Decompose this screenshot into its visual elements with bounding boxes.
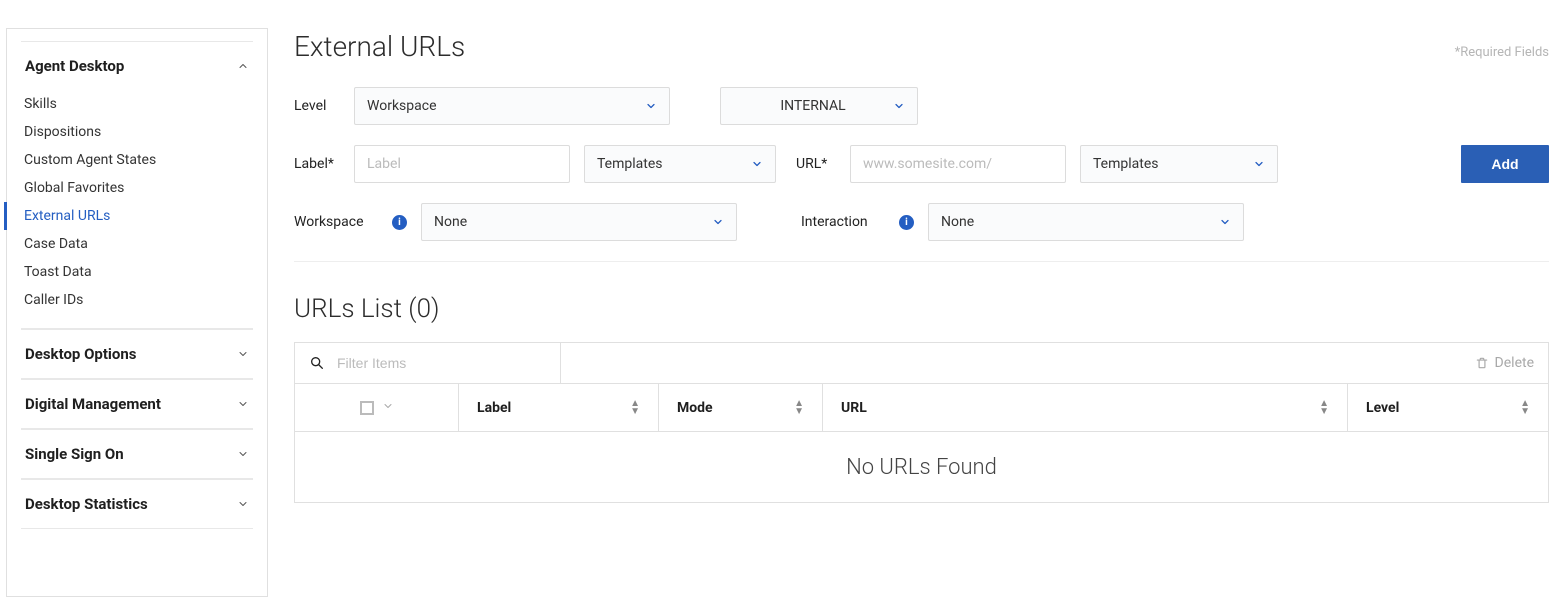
- mode-select-value: INTERNAL: [733, 98, 893, 114]
- sidebar-section-title: Agent Desktop: [25, 57, 124, 75]
- sidebar-items: Skills Dispositions Custom Agent States …: [21, 90, 253, 328]
- chevron-down-icon: [893, 100, 905, 112]
- level-label: Level: [294, 98, 340, 114]
- sidebar-item-toast-data[interactable]: Toast Data: [4, 258, 253, 286]
- sidebar-item-skills[interactable]: Skills: [4, 90, 253, 118]
- sidebar: Agent Desktop Skills Dispositions Custom…: [6, 28, 268, 597]
- chevron-down-icon: [237, 498, 249, 510]
- chevron-down-icon[interactable]: [382, 400, 394, 416]
- delete-label: Delete: [1495, 355, 1534, 371]
- sidebar-item-caller-ids[interactable]: Caller IDs: [4, 286, 253, 314]
- label-field-label: Label*: [294, 156, 340, 172]
- filter-box: [295, 343, 561, 383]
- urls-table: Delete Label ▲▼ Mode ▲▼ URL ▲▼: [294, 342, 1549, 503]
- sidebar-header-desktop-statistics[interactable]: Desktop Statistics: [21, 480, 253, 528]
- sort-icon: ▲▼: [630, 400, 640, 416]
- workspace-select-value: None: [434, 214, 712, 230]
- chevron-up-icon: [237, 60, 249, 72]
- column-select-all[interactable]: [295, 384, 459, 431]
- sort-icon: ▲▼: [794, 400, 804, 416]
- section-divider: [294, 261, 1549, 262]
- search-icon: [309, 355, 325, 371]
- column-header-text: Level: [1366, 400, 1399, 416]
- sidebar-section-digital-management: Digital Management: [21, 379, 253, 429]
- chevron-down-icon: [1219, 216, 1231, 228]
- select-all-checkbox[interactable]: [360, 401, 374, 415]
- url-templates-select[interactable]: Templates: [1080, 145, 1278, 183]
- chevron-down-icon: [645, 100, 657, 112]
- delete-button[interactable]: Delete: [1461, 343, 1548, 383]
- sidebar-section-agent-desktop: Agent Desktop Skills Dispositions Custom…: [21, 41, 253, 329]
- level-select[interactable]: Workspace: [354, 87, 670, 125]
- required-fields-note: *Required Fields: [1455, 45, 1549, 60]
- sidebar-section-desktop-options: Desktop Options: [21, 329, 253, 379]
- level-select-value: Workspace: [367, 98, 645, 114]
- urls-list-title-text: URLs List: [294, 294, 402, 324]
- urls-list-title: URLs List (0): [294, 294, 1549, 324]
- column-header-text: Mode: [677, 400, 713, 416]
- interaction-select[interactable]: None: [928, 203, 1244, 241]
- column-header-text: Label: [477, 400, 511, 416]
- filter-input[interactable]: [335, 354, 546, 372]
- table-header-row: Label ▲▼ Mode ▲▼ URL ▲▼ Level ▲▼: [295, 384, 1548, 432]
- label-templates-select[interactable]: Templates: [584, 145, 776, 183]
- sidebar-section-title: Single Sign On: [25, 445, 124, 463]
- label-input[interactable]: Label: [354, 145, 570, 183]
- sidebar-item-dispositions[interactable]: Dispositions: [4, 118, 253, 146]
- sort-icon: ▲▼: [1319, 400, 1329, 416]
- url-templates-value: Templates: [1093, 156, 1253, 172]
- sidebar-section-single-sign-on: Single Sign On: [21, 429, 253, 479]
- sidebar-item-custom-agent-states[interactable]: Custom Agent States: [4, 146, 253, 174]
- chevron-down-icon: [1253, 158, 1265, 170]
- info-icon[interactable]: i: [392, 215, 407, 230]
- table-toolbar: Delete: [295, 343, 1548, 384]
- sidebar-section-title: Desktop Statistics: [25, 495, 148, 513]
- column-header-text: URL: [841, 400, 867, 416]
- urls-list-count: 0: [417, 294, 431, 324]
- column-header-level[interactable]: Level ▲▼: [1348, 384, 1548, 431]
- chevron-down-icon: [712, 216, 724, 228]
- url-field-label: URL*: [796, 156, 836, 172]
- sidebar-header-agent-desktop[interactable]: Agent Desktop: [21, 42, 253, 90]
- add-button[interactable]: Add: [1461, 145, 1549, 183]
- chevron-down-icon: [237, 348, 249, 360]
- workspace-select[interactable]: None: [421, 203, 737, 241]
- chevron-down-icon: [237, 448, 249, 460]
- workspace-label: Workspace: [294, 214, 372, 230]
- column-header-label[interactable]: Label ▲▼: [459, 384, 659, 431]
- column-header-url[interactable]: URL ▲▼: [823, 384, 1348, 431]
- page-title: External URLs: [294, 30, 465, 63]
- sidebar-section-title: Digital Management: [25, 395, 161, 413]
- url-input[interactable]: www.somesite.com/: [850, 145, 1066, 183]
- interaction-label: Interaction: [801, 214, 879, 230]
- sidebar-header-desktop-options[interactable]: Desktop Options: [21, 330, 253, 378]
- sidebar-section-desktop-statistics: Desktop Statistics: [21, 479, 253, 529]
- chevron-down-icon: [237, 398, 249, 410]
- sidebar-header-single-sign-on[interactable]: Single Sign On: [21, 430, 253, 478]
- label-templates-value: Templates: [597, 156, 751, 172]
- trash-icon: [1475, 356, 1489, 370]
- info-icon[interactable]: i: [899, 215, 914, 230]
- empty-state-message: No URLs Found: [295, 432, 1548, 502]
- sidebar-section-title: Desktop Options: [25, 345, 136, 363]
- sidebar-item-case-data[interactable]: Case Data: [4, 230, 253, 258]
- chevron-down-icon: [751, 158, 763, 170]
- sidebar-item-external-urls[interactable]: External URLs: [4, 202, 253, 230]
- column-header-mode[interactable]: Mode ▲▼: [659, 384, 823, 431]
- sidebar-item-global-favorites[interactable]: Global Favorites: [4, 174, 253, 202]
- sort-icon: ▲▼: [1520, 400, 1530, 416]
- interaction-select-value: None: [941, 214, 1219, 230]
- main-content: External URLs *Required Fields Level Wor…: [268, 0, 1561, 597]
- mode-select[interactable]: INTERNAL: [720, 87, 918, 125]
- sidebar-header-digital-management[interactable]: Digital Management: [21, 380, 253, 428]
